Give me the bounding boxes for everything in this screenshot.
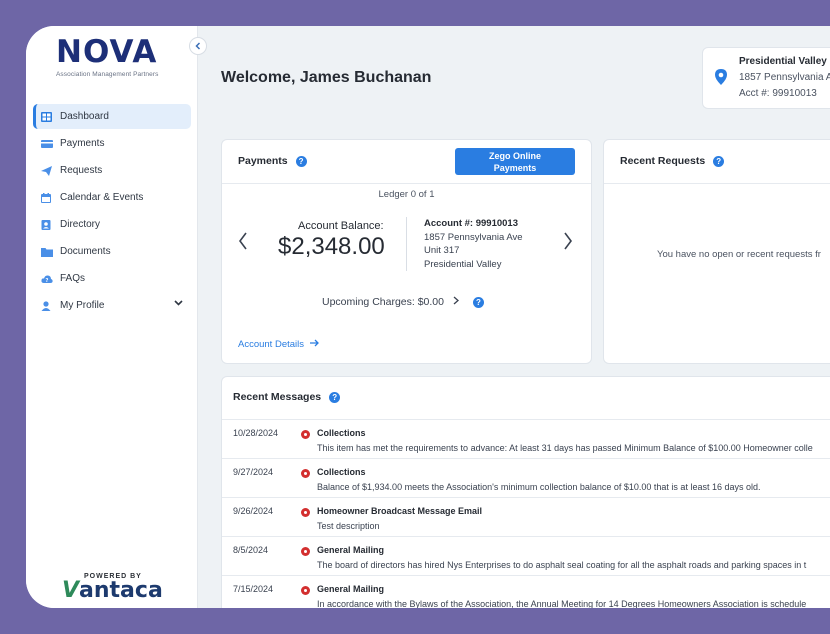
message-subject: General Mailing [317, 545, 385, 555]
recent-requests-card: Recent Requests ? You have no open or re… [603, 139, 830, 364]
chevron-left-icon[interactable] [238, 231, 248, 257]
user-icon [41, 300, 52, 311]
collapse-sidebar-button[interactable] [189, 37, 207, 55]
message-row[interactable]: 8/5/2024 General Mailing The board of di… [222, 537, 830, 576]
paper-plane-icon [41, 165, 52, 176]
chevron-right-icon [453, 296, 459, 308]
alert-dot-icon [301, 586, 310, 595]
alert-dot-icon [301, 430, 310, 439]
zego-online-payments-button[interactable]: Zego Online Payments [455, 148, 575, 175]
logo-text: NOVA [56, 34, 158, 70]
divider [222, 183, 591, 184]
message-subject: Collections [317, 428, 366, 438]
help-icon[interactable]: ? [295, 155, 307, 167]
message-body: The board of directors has hired Nys Ent… [317, 560, 807, 570]
sidebar-item-calendar[interactable]: Calendar & Events [33, 185, 191, 210]
sidebar-item-faqs[interactable]: ? FAQs [33, 266, 191, 291]
property-address: 1857 Pennsylvania A [739, 72, 830, 83]
recent-messages-card: Recent Messages ? 10/28/2024 Collections… [221, 376, 830, 608]
message-subject: Collections [317, 467, 366, 477]
page-title: Welcome, James Buchanan [221, 69, 432, 86]
sidebar-item-dashboard[interactable]: Dashboard [33, 104, 191, 129]
message-date: 7/15/2024 [233, 584, 274, 594]
message-subject: General Mailing [317, 584, 385, 594]
nova-logo[interactable]: NOVA Association Management Partners [56, 34, 159, 79]
help-icon[interactable]: ? [329, 391, 341, 403]
dashboard-icon [41, 111, 52, 122]
message-date: 9/27/2024 [233, 467, 274, 477]
divider [604, 183, 830, 184]
powered-by-vantaca: POWERED BY Vantaca [62, 573, 163, 602]
message-date: 8/5/2024 [233, 545, 269, 555]
property-name: Presidential Valley [739, 56, 827, 67]
account-address-line: 1857 Pennsylvania Ave [424, 232, 523, 243]
ledger-indicator: Ledger 0 of 1 [378, 189, 435, 200]
calendar-icon [41, 192, 52, 203]
sidebar-item-label: Calendar & Events [60, 192, 144, 203]
chevron-down-icon[interactable] [174, 298, 183, 310]
property-selector[interactable]: Presidential Valley 1857 Pennsylvania A … [702, 47, 830, 109]
message-date: 10/28/2024 [233, 428, 279, 438]
alert-dot-icon [301, 508, 310, 517]
account-address-line: Presidential Valley [424, 259, 502, 270]
credit-card-icon [41, 139, 53, 149]
address-book-icon [41, 219, 52, 230]
message-subject: Homeowner Broadcast Message Email [317, 506, 483, 516]
svg-text:?: ? [46, 278, 49, 284]
arrow-right-icon [307, 339, 319, 350]
main-content: Welcome, James Buchanan Presidential Val… [199, 26, 830, 608]
divider [406, 217, 407, 271]
balance-value: $2,348.00 [278, 233, 385, 260]
sidebar-item-label: Requests [60, 165, 103, 176]
sidebar-item-label: Dashboard [60, 111, 109, 122]
message-body: Balance of $1,934.00 meets the Associati… [317, 482, 761, 492]
vantaca-logo: Vantaca [62, 578, 163, 603]
message-row[interactable]: 9/26/2024 Homeowner Broadcast Message Em… [222, 498, 830, 537]
message-row[interactable]: 7/15/2024 General Mailing In accordance … [222, 576, 830, 608]
message-body: This item has met the requirements to ad… [317, 443, 813, 453]
message-date: 9/26/2024 [233, 506, 274, 516]
folder-icon [41, 247, 53, 257]
sidebar-item-directory[interactable]: Directory [33, 212, 191, 237]
help-icon[interactable]: ? [713, 155, 725, 167]
requests-title: Recent Requests ? [620, 155, 725, 167]
message-body: Test description [317, 521, 380, 531]
account-number: Account #: 99910013 [424, 218, 518, 229]
sidebar-item-my-profile[interactable]: My Profile [33, 293, 191, 318]
location-pin-icon [715, 69, 727, 90]
message-row[interactable]: 10/28/2024 Collections This item has met… [222, 420, 830, 459]
logo-subtitle: Association Management Partners [56, 71, 159, 78]
sidebar-item-label: FAQs [60, 273, 86, 284]
app-window: NOVA Association Management Partners Das… [26, 26, 830, 608]
messages-title: Recent Messages ? [233, 391, 341, 403]
sidebar-nav: Dashboard Payments Requests Calendar & E… [33, 104, 191, 320]
message-body: In accordance with the Bylaws of the Ass… [317, 599, 807, 608]
sidebar-item-label: Payments [60, 138, 105, 149]
alert-dot-icon [301, 547, 310, 556]
sidebar-item-label: My Profile [60, 300, 105, 311]
account-details-link[interactable]: Account Details [238, 339, 319, 350]
requests-empty-message: You have no open or recent requests fr [657, 249, 821, 260]
sidebar-item-label: Documents [60, 246, 111, 257]
sidebar-item-requests[interactable]: Requests [33, 158, 191, 183]
payments-title: Payments ? [238, 155, 307, 167]
sidebar-item-documents[interactable]: Documents [33, 239, 191, 264]
sidebar-item-payments[interactable]: Payments [33, 131, 191, 156]
chevron-right-icon[interactable] [563, 231, 573, 257]
help-icon[interactable]: ? [473, 296, 484, 308]
property-account: Acct #: 99910013 [739, 88, 817, 99]
sidebar-item-label: Directory [60, 219, 101, 230]
message-row[interactable]: 9/27/2024 Collections Balance of $1,934.… [222, 459, 830, 498]
alert-dot-icon [301, 469, 310, 478]
balance-label: Account Balance: [298, 220, 384, 232]
cloud-question-icon: ? [41, 274, 53, 284]
upcoming-charges[interactable]: Upcoming Charges: $0.00 ? [322, 296, 484, 308]
sidebar: NOVA Association Management Partners Das… [26, 26, 198, 608]
payments-card: Payments ? Zego Online Payments Ledger 0… [221, 139, 592, 364]
account-address-line: Unit 317 [424, 245, 460, 256]
